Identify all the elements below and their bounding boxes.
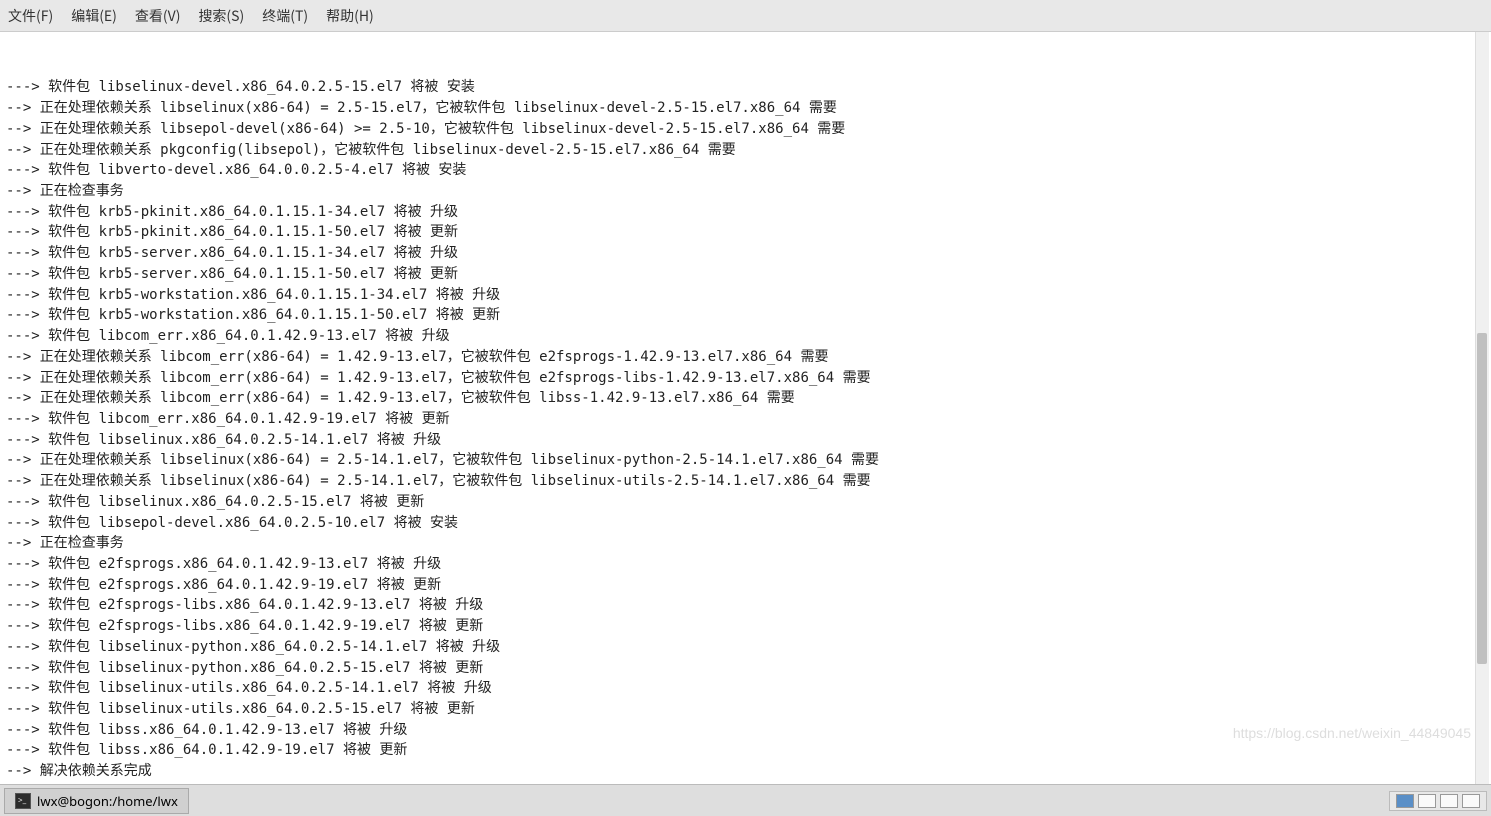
terminal-line: --> 正在处理依赖关系 libcom_err(x86-64) = 1.42.9… <box>6 347 1485 368</box>
scrollbar[interactable] <box>1475 32 1489 784</box>
terminal-line: --> 正在处理依赖关系 libselinux(x86-64) = 2.5-14… <box>6 450 1485 471</box>
terminal-line: ---> 软件包 libselinux-devel.x86_64.0.2.5-1… <box>6 77 1485 98</box>
terminal-line: --> 正在检查事务 <box>6 181 1485 202</box>
terminal-line: --> 正在处理依赖关系 libselinux(x86-64) = 2.5-15… <box>6 98 1485 119</box>
terminal-line: ---> 软件包 e2fsprogs.x86_64.0.1.42.9-19.el… <box>6 575 1485 596</box>
terminal-icon <box>15 793 31 809</box>
terminal-line: ---> 软件包 libselinux.x86_64.0.2.5-14.1.el… <box>6 430 1485 451</box>
terminal-line: ---> 软件包 libselinux.x86_64.0.2.5-15.el7 … <box>6 492 1485 513</box>
watermark-text: https://blog.csdn.net/weixin_44849045 <box>1233 723 1471 744</box>
menu-edit[interactable]: 编辑(E) <box>71 6 117 26</box>
workspace-2[interactable] <box>1418 794 1436 808</box>
terminal-line: --> 正在处理依赖关系 libselinux(x86-64) = 2.5-14… <box>6 471 1485 492</box>
taskbar-window-title: lwx@bogon:/home/lwx <box>37 792 178 810</box>
terminal-line: ---> 软件包 krb5-pkinit.x86_64.0.1.15.1-34.… <box>6 202 1485 223</box>
workspace-4[interactable] <box>1462 794 1480 808</box>
terminal-line: --> 正在处理依赖关系 libcom_err(x86-64) = 1.42.9… <box>6 368 1485 389</box>
terminal-line: --> 解决依赖关系完成 <box>6 761 1485 782</box>
taskbar-window-button[interactable]: lwx@bogon:/home/lwx <box>4 788 189 814</box>
taskbar: lwx@bogon:/home/lwx <box>0 784 1491 816</box>
terminal-line: ---> 软件包 krb5-server.x86_64.0.1.15.1-50.… <box>6 264 1485 285</box>
terminal-line: ---> 软件包 libsepol-devel.x86_64.0.2.5-10.… <box>6 513 1485 534</box>
menu-file[interactable]: 文件(F) <box>8 6 53 26</box>
menu-view[interactable]: 查看(V) <box>135 6 181 26</box>
terminal-line: --> 正在处理依赖关系 libcom_err(x86-64) = 1.42.9… <box>6 388 1485 409</box>
terminal-line: --> 正在检查事务 <box>6 533 1485 554</box>
terminal-line: ---> 软件包 krb5-workstation.x86_64.0.1.15.… <box>6 305 1485 326</box>
menubar: 文件(F) 编辑(E) 查看(V) 搜索(S) 终端(T) 帮助(H) <box>0 0 1491 32</box>
terminal-line: ---> 软件包 e2fsprogs-libs.x86_64.0.1.42.9-… <box>6 595 1485 616</box>
workspace-1[interactable] <box>1396 794 1414 808</box>
terminal-line: ---> 软件包 e2fsprogs.x86_64.0.1.42.9-13.el… <box>6 554 1485 575</box>
terminal-line: ---> 软件包 libselinux-python.x86_64.0.2.5-… <box>6 637 1485 658</box>
terminal-line: ---> 软件包 libcom_err.x86_64.0.1.42.9-19.e… <box>6 409 1485 430</box>
terminal-line: ---> 软件包 libverto-devel.x86_64.0.0.2.5-4… <box>6 160 1485 181</box>
workspace-3[interactable] <box>1440 794 1458 808</box>
terminal-line: ---> 软件包 krb5-server.x86_64.0.1.15.1-34.… <box>6 243 1485 264</box>
menu-terminal[interactable]: 终端(T) <box>262 6 308 26</box>
terminal-output[interactable]: ---> 软件包 libselinux-devel.x86_64.0.2.5-1… <box>0 32 1491 784</box>
terminal-line: ---> 软件包 libselinux-utils.x86_64.0.2.5-1… <box>6 678 1485 699</box>
terminal-line: --> 正在处理依赖关系 pkgconfig(libsepol)，它被软件包 l… <box>6 140 1485 161</box>
workspace-switcher[interactable] <box>1389 791 1487 811</box>
menu-help[interactable]: 帮助(H) <box>326 6 374 26</box>
scrollbar-thumb[interactable] <box>1477 333 1487 664</box>
terminal-line: --> 正在处理依赖关系 libsepol-devel(x86-64) >= 2… <box>6 119 1485 140</box>
terminal-line: ---> 软件包 libcom_err.x86_64.0.1.42.9-13.e… <box>6 326 1485 347</box>
terminal-line: 依赖关系解决 <box>6 782 1485 784</box>
terminal-line: ---> 软件包 krb5-workstation.x86_64.0.1.15.… <box>6 285 1485 306</box>
terminal-line: ---> 软件包 libselinux-python.x86_64.0.2.5-… <box>6 658 1485 679</box>
menu-search[interactable]: 搜索(S) <box>198 6 244 26</box>
terminal-line: ---> 软件包 e2fsprogs-libs.x86_64.0.1.42.9-… <box>6 616 1485 637</box>
terminal-line: ---> 软件包 libselinux-utils.x86_64.0.2.5-1… <box>6 699 1485 720</box>
terminal-line: ---> 软件包 krb5-pkinit.x86_64.0.1.15.1-50.… <box>6 222 1485 243</box>
